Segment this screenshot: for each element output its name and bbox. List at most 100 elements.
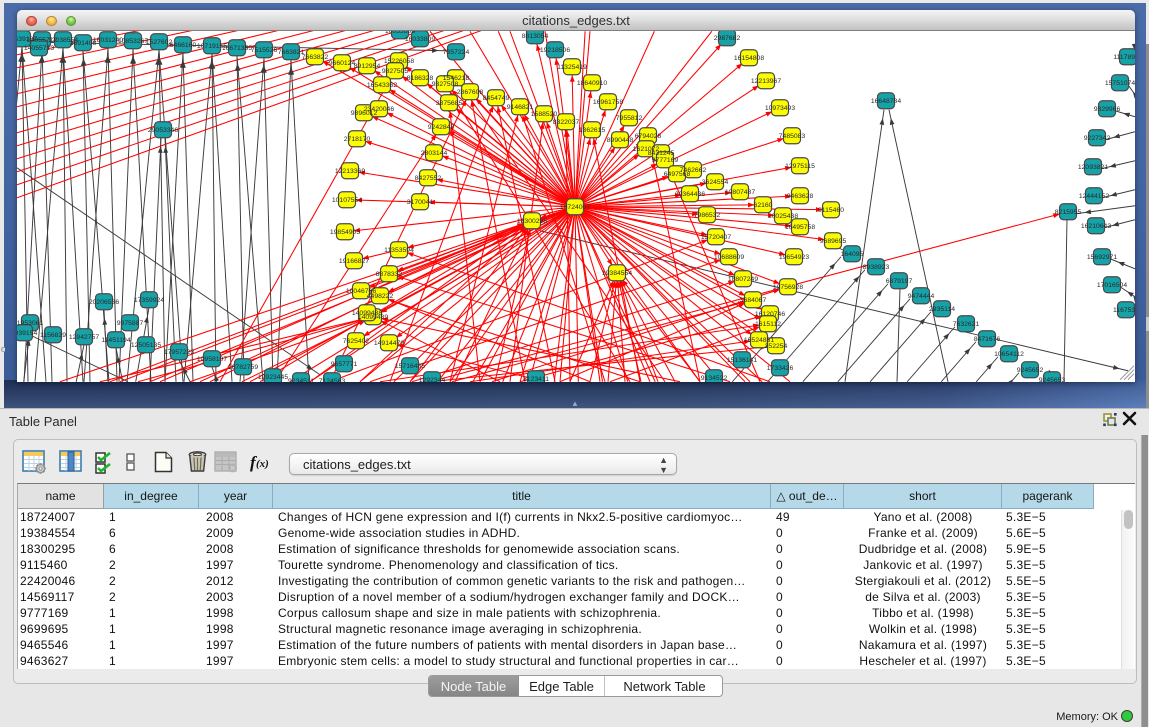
- svg-text:10025438: 10025438: [768, 213, 798, 220]
- svg-text:2718170: 2718170: [344, 136, 371, 143]
- svg-text:19384554: 19384554: [602, 270, 632, 277]
- svg-text:9146821: 9146821: [507, 104, 534, 111]
- svg-text:9657771: 9657771: [331, 361, 358, 368]
- svg-text:4498222: 4498222: [367, 293, 394, 300]
- svg-text:15716485: 15716485: [395, 363, 425, 370]
- svg-text:1167535: 1167535: [1113, 307, 1135, 314]
- svg-text:10688609: 10688609: [714, 254, 744, 261]
- svg-text:11325419: 11325419: [557, 64, 587, 71]
- svg-text:12975115: 12975115: [785, 163, 815, 170]
- svg-text:9660124: 9660124: [329, 60, 356, 67]
- svg-text:12505135: 12505135: [131, 342, 161, 349]
- svg-text:10958107: 10958107: [197, 356, 227, 363]
- svg-text:8938923: 8938923: [863, 264, 890, 271]
- svg-text:6794028: 6794028: [635, 133, 662, 140]
- svg-text:16210643: 16210643: [1081, 223, 1111, 230]
- svg-text:18807249: 18807249: [728, 276, 758, 283]
- svg-text:9329966: 9329966: [1094, 106, 1121, 113]
- svg-text:7663822: 7663822: [302, 54, 329, 61]
- svg-text:8322037: 8322037: [553, 119, 580, 126]
- svg-text:3875685: 3875685: [436, 100, 463, 107]
- svg-text:12444152: 12444152: [1079, 193, 1109, 200]
- svg-text:18640910: 18640910: [577, 80, 607, 87]
- svg-text:14099488: 14099488: [352, 310, 382, 317]
- svg-text:9245652: 9245652: [1017, 367, 1044, 374]
- svg-text:14914479: 14914479: [374, 340, 404, 347]
- svg-text:1733426: 1733426: [767, 365, 794, 372]
- svg-text:7663821: 7663821: [278, 49, 305, 56]
- svg-text:8215955: 8215955: [1055, 209, 1082, 216]
- svg-text:164095: 164095: [841, 251, 864, 258]
- svg-text:10807487: 10807487: [725, 189, 755, 196]
- svg-text:9827505: 9827505: [382, 68, 409, 75]
- svg-text:17016504: 17016504: [1097, 282, 1127, 289]
- svg-text:9245653: 9245653: [1039, 377, 1066, 382]
- svg-text:11451194: 11451194: [101, 337, 130, 344]
- svg-text:7124563: 7124563: [319, 378, 346, 382]
- svg-text:10973493: 10973493: [765, 105, 795, 112]
- svg-text:9975887: 9975887: [117, 320, 144, 327]
- svg-text:7986532: 7986532: [694, 212, 721, 219]
- svg-text:16543362: 16543362: [367, 82, 397, 89]
- svg-text:16961758: 16961758: [593, 99, 623, 106]
- svg-text:12093821: 12093821: [1078, 164, 1108, 171]
- svg-text:1156829: 1156829: [40, 332, 66, 339]
- svg-text:11178954: 11178954: [1113, 54, 1135, 61]
- svg-text:3684067: 3684067: [740, 297, 767, 304]
- svg-text:2935114: 2935114: [929, 306, 955, 313]
- svg-text:1362615: 1362615: [579, 127, 606, 134]
- svg-text:23420046: 23420046: [364, 106, 394, 113]
- svg-text:1527602: 1527602: [146, 39, 173, 46]
- svg-text:16120746: 16120746: [755, 311, 785, 318]
- svg-text:17359924: 17359924: [134, 297, 164, 304]
- svg-text:8471676: 8471676: [974, 336, 1001, 343]
- svg-text:9689695: 9689695: [820, 238, 847, 245]
- svg-text:15692971: 15692971: [1087, 254, 1117, 261]
- svg-text:1588520: 1588520: [531, 111, 558, 118]
- svg-text:1615112: 1615112: [755, 321, 781, 328]
- svg-text:8123411: 8123411: [523, 376, 549, 382]
- svg-text:15720407: 15720407: [701, 234, 731, 241]
- svg-text:3170041: 3170041: [407, 199, 434, 206]
- svg-text:12213369: 12213369: [335, 168, 365, 175]
- svg-text:19756928: 19756928: [773, 284, 803, 291]
- svg-text:2987682: 2987682: [714, 35, 741, 42]
- svg-text:7357224: 7357224: [443, 49, 470, 56]
- svg-text:2803144: 2803144: [421, 150, 448, 157]
- svg-text:18724007: 18724007: [560, 204, 590, 211]
- svg-text:8427552: 8427552: [415, 175, 442, 182]
- svg-text:9327508: 9327508: [432, 81, 459, 88]
- svg-text:12942757: 12942757: [69, 334, 99, 341]
- svg-text:7632621: 7632621: [953, 321, 980, 328]
- svg-text:16782759: 16782759: [228, 364, 258, 371]
- svg-text:9463628: 9463628: [787, 193, 814, 200]
- svg-text:9474444: 9474444: [908, 293, 935, 300]
- svg-text:17957223: 17957223: [164, 349, 194, 356]
- svg-text:15751074: 15751074: [1105, 80, 1135, 87]
- svg-text:62160: 62160: [754, 202, 773, 209]
- svg-text:19218506: 19218506: [540, 47, 570, 54]
- svg-text:19854903: 19854903: [330, 229, 360, 236]
- svg-text:9134522: 9134522: [701, 375, 728, 382]
- svg-text:8431245: 8431245: [648, 150, 675, 157]
- svg-text:20206536: 20206536: [89, 299, 119, 306]
- svg-text:8186328: 8186328: [407, 75, 434, 82]
- svg-text:19654923: 19654923: [779, 254, 809, 261]
- svg-text:16671355: 16671355: [222, 45, 252, 52]
- svg-text:18300295: 18300295: [517, 218, 547, 225]
- svg-text:12923445: 12923445: [258, 374, 288, 381]
- svg-text:7515526: 7515526: [251, 47, 278, 54]
- svg-text:2867608: 2867608: [457, 89, 484, 96]
- svg-text:1953061: 1953061: [17, 320, 43, 327]
- svg-text:8912954: 8912954: [354, 63, 381, 70]
- svg-text:9242848: 9242848: [428, 124, 455, 131]
- svg-text:6879197: 6879197: [886, 278, 913, 285]
- svg-text:14055713: 14055713: [24, 45, 54, 52]
- svg-text:16648784: 16648784: [871, 98, 901, 105]
- svg-text:3624554: 3624554: [702, 179, 729, 186]
- svg-text:11353594: 11353594: [384, 247, 414, 254]
- svg-text:15226058: 15226058: [384, 58, 414, 65]
- svg-text:16154808: 16154808: [734, 55, 764, 62]
- svg-text:19166827: 19166827: [339, 258, 369, 265]
- svg-text:7462662: 7462662: [680, 167, 707, 174]
